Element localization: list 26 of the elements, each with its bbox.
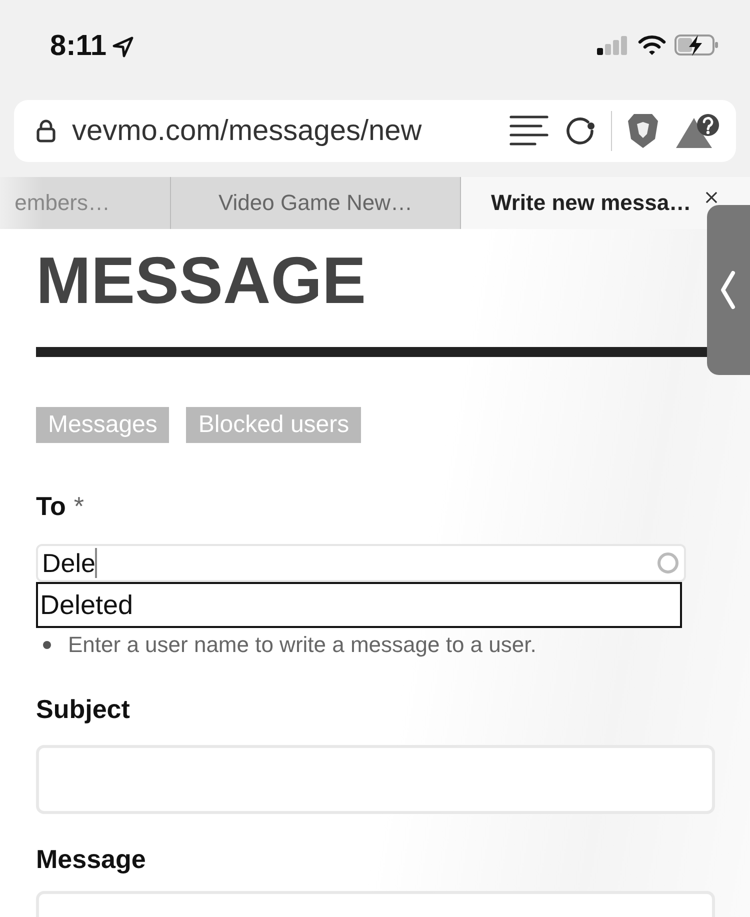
field-label: To — [36, 491, 66, 522]
lock-icon — [36, 119, 56, 143]
close-icon[interactable] — [705, 191, 718, 204]
side-panel-handle[interactable] — [707, 205, 750, 375]
field-label: Message — [36, 844, 146, 875]
browser-tab[interactable]: Video Game New… — [171, 177, 461, 229]
location-arrow-icon — [112, 36, 134, 58]
browser-tab[interactable]: Write new messa… — [461, 177, 750, 229]
page-heading: MESSAGE — [36, 242, 368, 319]
reader-mode-icon[interactable] — [509, 114, 549, 148]
lion-shield-icon[interactable] — [626, 112, 660, 150]
hint-text: Enter a user name to write a message to a user. — [68, 632, 536, 658]
input-field[interactable]: Dele — [36, 544, 686, 582]
chevron-left-icon — [719, 270, 737, 310]
bullet-icon — [42, 640, 52, 650]
suggestion-item[interactable]: Deleted — [36, 582, 682, 628]
clock-time: 8:11 — [50, 30, 106, 63]
address-bar[interactable]: vevmo.com/messages/new — [14, 100, 736, 162]
required-mark: * — [74, 491, 84, 522]
battery-charging-icon — [674, 33, 720, 57]
wifi-icon — [638, 34, 666, 56]
triangle-help-icon[interactable] — [674, 112, 722, 150]
signal-icon — [596, 34, 630, 56]
url-text: vevmo.com/messages/new — [72, 114, 423, 148]
spinner-icon — [656, 551, 680, 575]
field-label: Subject — [36, 694, 130, 725]
